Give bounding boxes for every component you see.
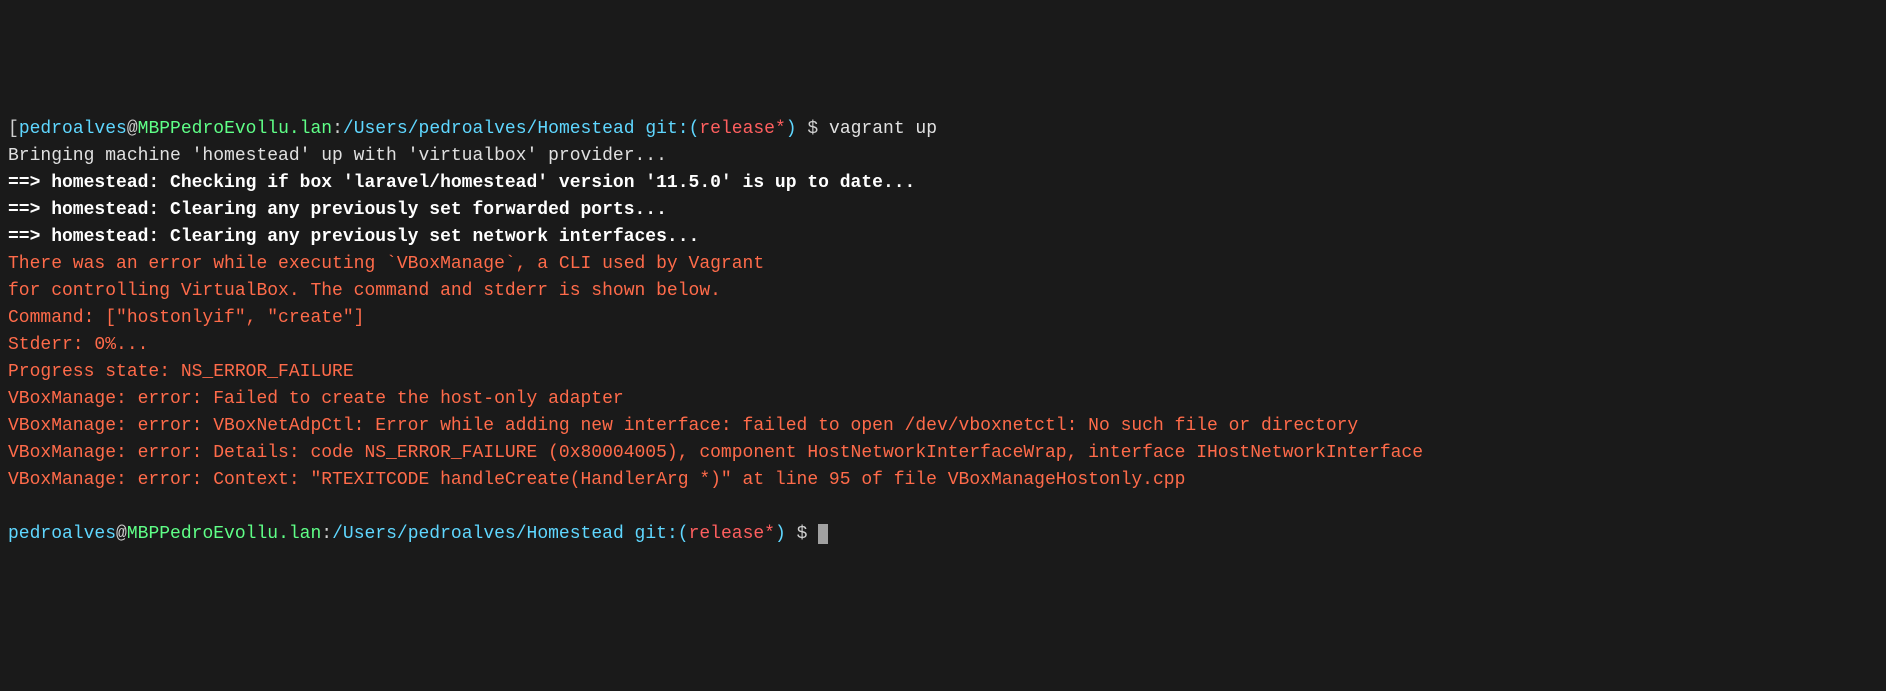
prompt-git-label: git:( [635,119,700,139]
error-line: VBoxManage: error: VBoxNetAdpCtl: Error … [8,413,1878,440]
prompt-line-2[interactable]: pedroalves@MBPPedroEvollu.lan:/Users/ped… [8,521,1878,548]
error-line: for controlling VirtualBox. The command … [8,278,1878,305]
prompt-git-close: ) [775,524,786,544]
prompt-at: @ [116,524,127,544]
prompt-at: @ [127,119,138,139]
error-line: Progress state: NS_ERROR_FAILURE [8,359,1878,386]
prompt-user: pedroalves [8,524,116,544]
error-line: Command: ["hostonlyif", "create"] [8,305,1878,332]
output-line-bold: ==> homestead: Clearing any previously s… [8,197,1878,224]
prompt-host: MBPPedroEvollu.lan [127,524,321,544]
terminal-output: [pedroalves@MBPPedroEvollu.lan:/Users/pe… [8,116,1878,548]
prompt-git-close: ) [786,119,797,139]
prompt-host: MBPPedroEvollu.lan [138,119,332,139]
output-line: Bringing machine 'homestead' up with 'vi… [8,143,1878,170]
output-line-bold: ==> homestead: Checking if box 'laravel/… [8,170,1878,197]
prompt-path: /Users/pedroalves/Homestead [343,119,635,139]
prompt-dollar: $ [797,119,829,139]
prompt-git-branch: release* [699,119,785,139]
prompt-git-branch: release* [689,524,775,544]
error-line: VBoxManage: error: Failed to create the … [8,386,1878,413]
output-line-bold: ==> homestead: Clearing any previously s… [8,224,1878,251]
cursor-icon[interactable] [818,524,828,544]
prompt-bracket-open: [ [8,119,19,139]
prompt-dollar: $ [786,524,818,544]
prompt-git-label: git:( [624,524,689,544]
error-line: Stderr: 0%... [8,332,1878,359]
prompt-path: /Users/pedroalves/Homestead [332,524,624,544]
prompt-user: pedroalves [19,119,127,139]
blank-line [8,494,1878,521]
error-line: VBoxManage: error: Details: code NS_ERRO… [8,440,1878,467]
error-line: There was an error while executing `VBox… [8,251,1878,278]
prompt-colon: : [321,524,332,544]
prompt-line-1: [pedroalves@MBPPedroEvollu.lan:/Users/pe… [8,116,1878,143]
prompt-colon: : [332,119,343,139]
command-input: vagrant up [829,119,937,139]
error-line: VBoxManage: error: Context: "RTEXITCODE … [8,467,1878,494]
